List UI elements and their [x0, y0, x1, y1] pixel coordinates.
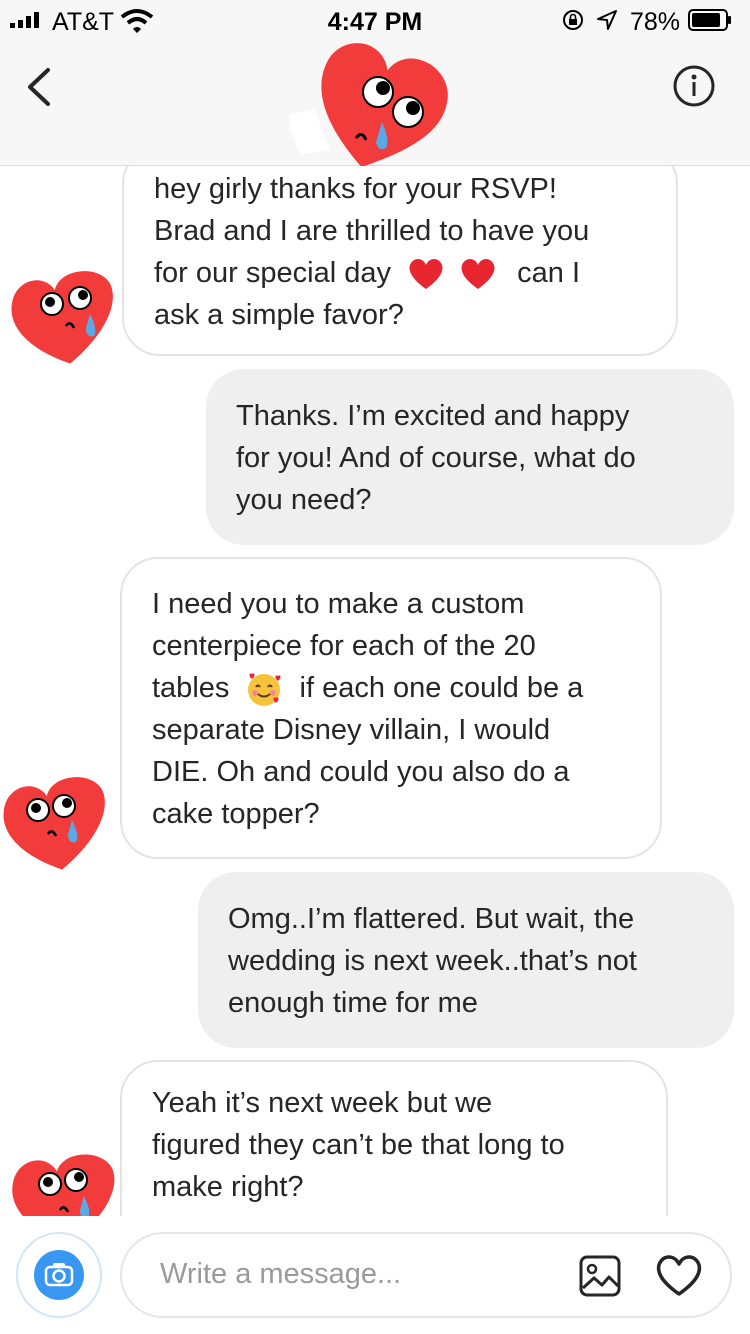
- message-line: ask a simple favor?: [154, 299, 404, 331]
- message-input-placeholder: Write a message...: [160, 1258, 402, 1290]
- message-line: tables if each one could be a: [152, 667, 630, 709]
- message-line: figured they can’t be that long to: [152, 1129, 565, 1161]
- message-text: for our special day: [154, 257, 391, 289]
- message-line: wedding is next week..that’s not: [228, 945, 637, 977]
- message-line: enough time for me: [228, 987, 478, 1019]
- message-line: Omg..I’m flattered. But wait, the: [228, 903, 635, 935]
- camera-icon: [34, 1250, 84, 1300]
- red-heart-emoji-icon: [409, 259, 443, 290]
- smiling-face-with-hearts-emoji-icon: [248, 673, 281, 707]
- message-composer: Write a message...: [0, 1216, 750, 1334]
- message-line: centerpiece for each of the 20: [152, 630, 536, 662]
- battery-percent: 78%: [630, 8, 681, 36]
- message-line: Thanks. I’m excited and happy: [236, 400, 630, 432]
- message-line: DIE. Oh and could you also do a: [152, 756, 570, 788]
- message-line: separate Disney villain, I would: [152, 714, 551, 746]
- message-line: cake topper?: [152, 798, 320, 830]
- chevron-left-icon[interactable]: [22, 66, 56, 108]
- rotation-lock-icon: [563, 10, 583, 30]
- message-line: for you! And of course, what do: [236, 442, 636, 474]
- crying-heart-avatar[interactable]: [4, 264, 124, 369]
- message-input[interactable]: Write a message...: [120, 1232, 732, 1318]
- crying-heart-avatar[interactable]: [4, 1146, 124, 1216]
- message-text: if each one could be a: [299, 672, 584, 704]
- incoming-message[interactable]: I need you to make a custom centerpiece …: [120, 557, 662, 859]
- message-text: can I: [517, 257, 581, 289]
- message-line: hey girly thanks for your RSVP!: [154, 173, 557, 205]
- incoming-message[interactable]: Yeah it’s next week but we figured they …: [120, 1060, 668, 1216]
- crying-heart-avatar[interactable]: [0, 770, 116, 875]
- outgoing-message[interactable]: Omg..I’m flattered. But wait, the weddin…: [198, 872, 734, 1048]
- message-thread[interactable]: hey girly thanks for your RSVP! Brad and…: [0, 166, 750, 1216]
- thread-header: [0, 40, 750, 168]
- location-arrow-icon: [597, 10, 617, 30]
- heart-outline-icon[interactable]: [654, 1252, 704, 1298]
- gallery-icon[interactable]: [578, 1254, 622, 1298]
- message-line: Brad and I are thrilled to have you: [154, 215, 590, 247]
- message-line: you need?: [236, 484, 372, 516]
- incoming-message[interactable]: hey girly thanks for your RSVP! Brad and…: [122, 166, 678, 356]
- battery-icon: [688, 9, 731, 31]
- camera-button[interactable]: [16, 1232, 102, 1318]
- red-heart-emoji-icon: [461, 259, 495, 290]
- info-icon[interactable]: [672, 64, 716, 108]
- message-line: make right?: [152, 1171, 304, 1203]
- message-line: for our special day can I: [154, 252, 646, 294]
- message-line: Yeah it’s next week but we: [152, 1087, 493, 1119]
- message-text: tables: [152, 672, 230, 704]
- outgoing-message[interactable]: Thanks. I’m excited and happy for you! A…: [206, 369, 734, 545]
- message-line: I need you to make a custom: [152, 588, 525, 620]
